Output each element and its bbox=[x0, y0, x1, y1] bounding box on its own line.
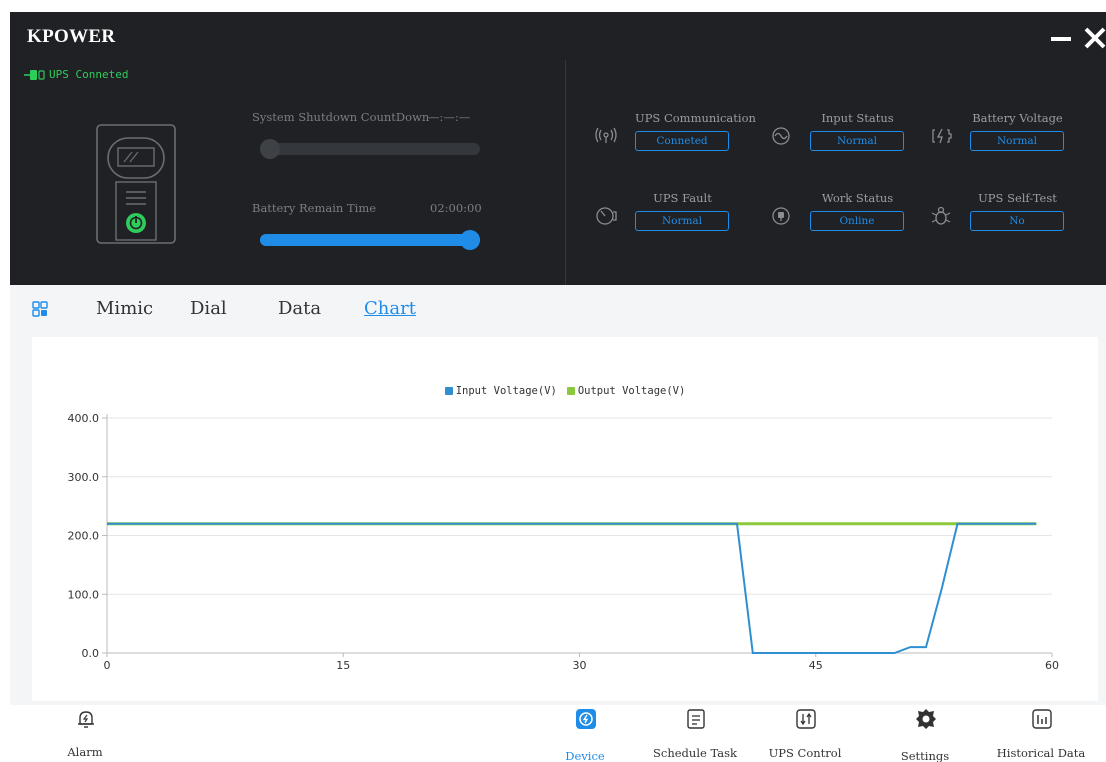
status-ups-fault: UPS Fault Normal bbox=[595, 191, 745, 241]
y-tick-label: 300.0 bbox=[68, 471, 100, 484]
control-sliders-icon bbox=[796, 709, 816, 729]
series-line-input-voltage bbox=[107, 522, 1037, 654]
tab-mimic[interactable]: Mimic bbox=[96, 298, 153, 319]
status-panel: KPOWER UPS Conneted System Shutdown Coun… bbox=[10, 12, 1106, 285]
grid-view-icon[interactable] bbox=[32, 301, 48, 317]
tab-dial[interactable]: Dial bbox=[190, 298, 227, 319]
status-label: UPS Communication bbox=[635, 111, 756, 125]
x-tick-label: 0 bbox=[104, 659, 111, 672]
nav-label: Historical Data bbox=[996, 746, 1086, 760]
schedule-doc-icon bbox=[687, 709, 705, 729]
signal-tower-icon bbox=[595, 127, 617, 143]
bottom-navigation: Alarm Device Schedule Task UPS Control S… bbox=[10, 705, 1106, 762]
nav-label: Schedule Task bbox=[653, 746, 737, 760]
x-tick-label: 15 bbox=[336, 659, 350, 672]
connection-status: UPS Conneted bbox=[24, 68, 128, 81]
minimize-button[interactable] bbox=[1047, 24, 1077, 52]
y-tick-label: 100.0 bbox=[68, 588, 100, 601]
nav-historical-data[interactable]: Historical Data bbox=[986, 705, 1096, 762]
chart-area: Input Voltage(V) Output Voltage(V) 400.0… bbox=[10, 331, 1106, 705]
bar-chart-icon bbox=[1032, 709, 1052, 729]
sine-wave-icon bbox=[772, 127, 790, 145]
close-button[interactable] bbox=[1082, 24, 1106, 52]
status-badge[interactable]: Online bbox=[810, 211, 904, 231]
battery-slider-fill bbox=[260, 234, 480, 246]
ups-device-icon bbox=[96, 124, 176, 244]
nav-settings[interactable]: Settings bbox=[870, 705, 980, 762]
device-power-icon bbox=[576, 709, 596, 729]
status-work: Work Status Online bbox=[770, 191, 920, 241]
status-badge[interactable]: Normal bbox=[810, 131, 904, 151]
nav-label: UPS Control bbox=[768, 746, 842, 760]
alarm-bell-icon bbox=[78, 711, 94, 728]
shutdown-countdown-slider[interactable] bbox=[260, 139, 480, 159]
battery-remain-label: Battery Remain Time bbox=[252, 201, 377, 215]
nav-ups-control[interactable]: UPS Control bbox=[750, 705, 860, 762]
status-label: UPS Self-Test bbox=[978, 191, 1057, 205]
battery-slider-knob[interactable] bbox=[460, 230, 480, 250]
shutdown-slider-knob[interactable] bbox=[260, 139, 280, 159]
shutdown-countdown-label: System Shutdown CountDown bbox=[252, 110, 430, 124]
status-label: Battery Voltage bbox=[972, 111, 1063, 125]
panel-divider bbox=[565, 60, 566, 285]
status-self-test: UPS Self-Test No bbox=[930, 191, 1080, 241]
view-tabs: Mimic Dial Data Chart bbox=[10, 285, 1106, 331]
status-battery-voltage: Battery Voltage Normal bbox=[930, 111, 1080, 161]
connection-status-text: UPS Conneted bbox=[49, 68, 129, 81]
gauge-icon bbox=[596, 207, 617, 225]
power-plug-icon bbox=[772, 207, 790, 225]
close-icon bbox=[1084, 27, 1106, 49]
status-badge[interactable]: Normal bbox=[970, 131, 1064, 151]
y-tick-label: 0.0 bbox=[82, 647, 100, 660]
nav-label: Device bbox=[565, 749, 605, 762]
status-input: Input Status Normal bbox=[770, 111, 920, 161]
tab-chart[interactable]: Chart bbox=[364, 298, 416, 319]
x-tick-label: 30 bbox=[573, 659, 587, 672]
status-badge[interactable]: Conneted bbox=[635, 131, 729, 151]
voltage-line-chart: 400.0 300.0 200.0 100.0 0.0 0 15 30 45 60 bbox=[68, 412, 1060, 672]
nav-device[interactable]: Device bbox=[530, 705, 640, 762]
status-badge[interactable]: Normal bbox=[635, 211, 729, 231]
x-tick-label: 60 bbox=[1045, 659, 1059, 672]
y-tick-label: 200.0 bbox=[68, 530, 100, 543]
chart-card: Input Voltage(V) Output Voltage(V) 400.0… bbox=[32, 337, 1098, 701]
battery-remain-slider[interactable] bbox=[260, 230, 480, 250]
y-tick-label: 400.0 bbox=[68, 412, 100, 425]
status-label: Work Status bbox=[821, 191, 894, 205]
nav-alarm[interactable]: Alarm bbox=[30, 705, 140, 762]
battery-charge-icon bbox=[932, 128, 952, 144]
nav-label: Settings bbox=[900, 749, 950, 762]
plug-icon bbox=[24, 69, 45, 80]
nav-label: Alarm bbox=[67, 745, 103, 759]
x-tick-label: 45 bbox=[809, 659, 823, 672]
nav-schedule-task[interactable]: Schedule Task bbox=[640, 705, 750, 762]
tab-data[interactable]: Data bbox=[278, 298, 321, 319]
status-label: Input Status bbox=[821, 111, 894, 125]
app-title: KPOWER bbox=[27, 26, 116, 47]
status-badge[interactable]: No bbox=[970, 211, 1064, 231]
status-ups-communication: UPS Communication Conneted bbox=[595, 111, 756, 161]
bug-icon bbox=[931, 206, 951, 225]
status-label: UPS Fault bbox=[653, 191, 712, 205]
battery-remain-value: 02:00:00 bbox=[430, 201, 482, 215]
gear-icon bbox=[916, 709, 936, 729]
shutdown-countdown-value: —:—:— bbox=[428, 110, 471, 124]
